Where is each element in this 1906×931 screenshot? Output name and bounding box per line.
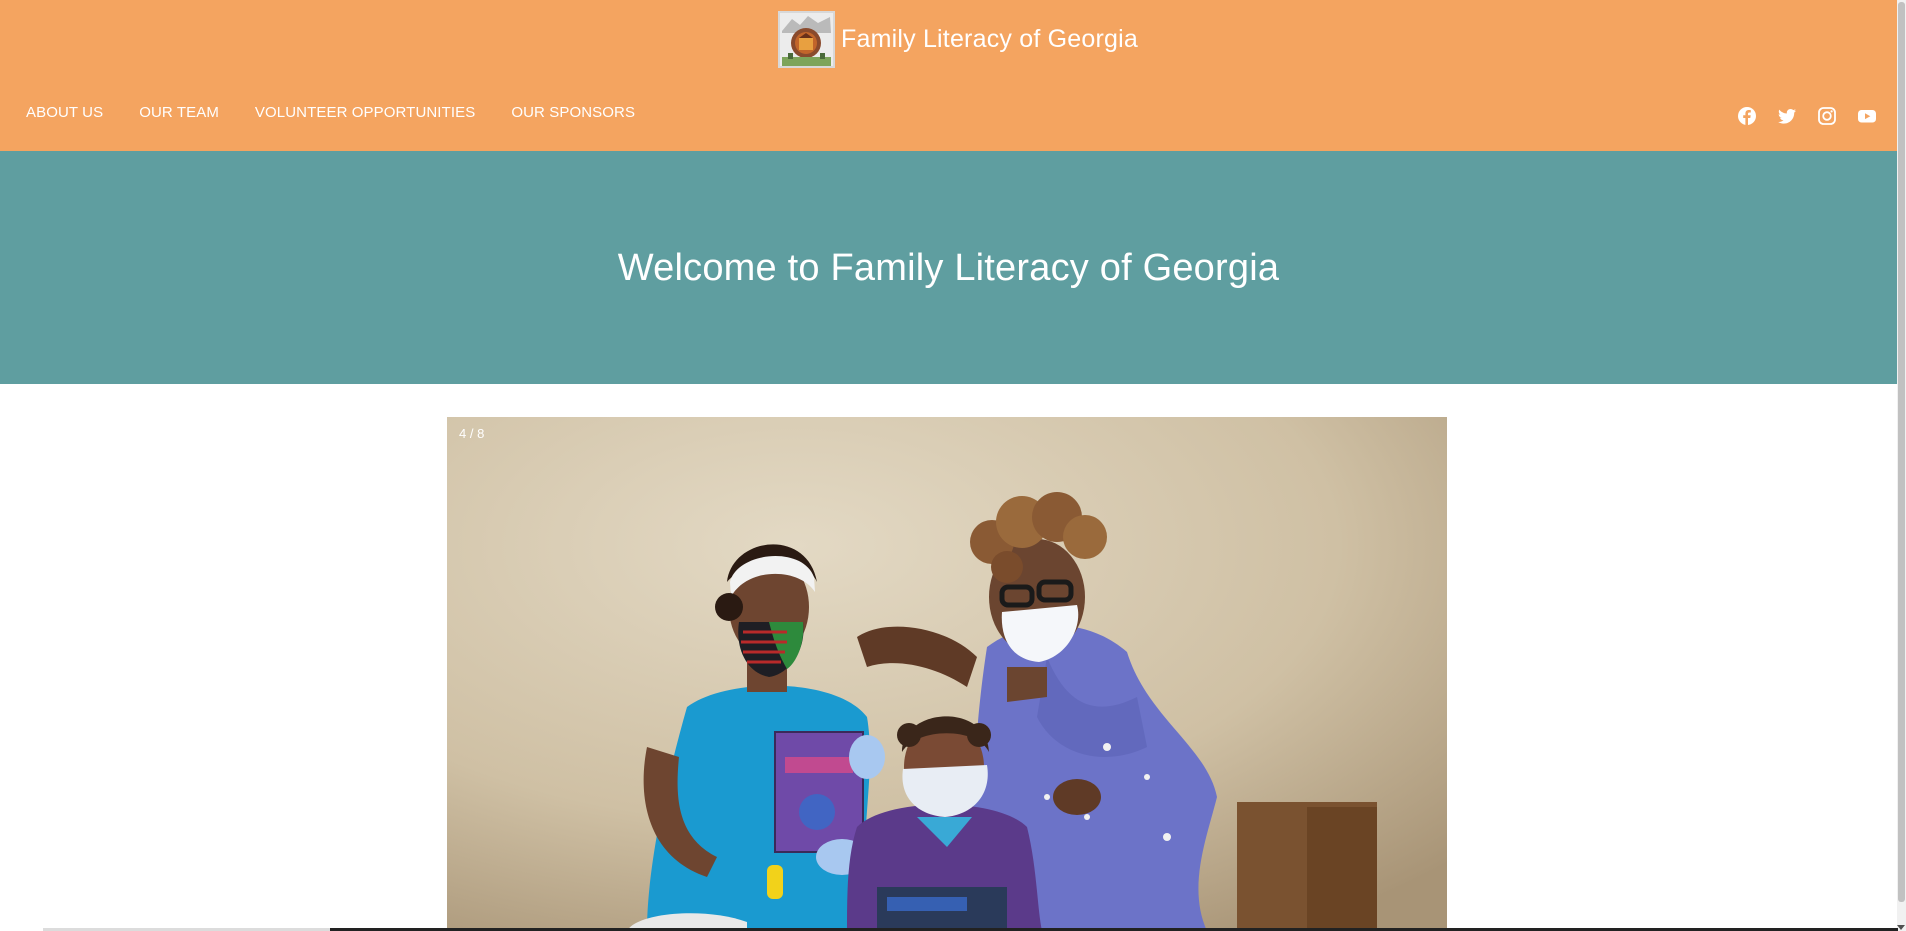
instagram-icon [1818, 107, 1836, 125]
social-links [1737, 106, 1877, 126]
scrollbar-thumb[interactable] [1898, 2, 1905, 902]
youtube-icon [1858, 110, 1876, 123]
instagram-link[interactable] [1817, 106, 1837, 126]
slide-photo [447, 417, 1447, 931]
photo-slideshow[interactable]: 4 / 8 [447, 417, 1447, 931]
site-header: Family Literacy of Georgia ABOUT US OUR … [0, 0, 1897, 151]
nav-item-our-team: OUR TEAM [139, 104, 255, 121]
page-scrollbar[interactable] [1897, 0, 1906, 931]
page: Family Literacy of Georgia ABOUT US OUR … [0, 0, 1906, 931]
welcome-banner: Welcome to Family Literacy of Georgia [0, 151, 1897, 384]
nav-item-volunteer-opportunities: VOLUNTEER OPPORTUNITIES [255, 104, 511, 121]
page-title: Welcome to Family Literacy of Georgia [617, 247, 1280, 289]
nav-item-our-sponsors: OUR SPONSORS [511, 104, 671, 121]
scroll-down-arrow-icon[interactable] [1897, 925, 1905, 930]
site-title: Family Literacy of Georgia [841, 25, 1138, 53]
twitter-link[interactable] [1777, 106, 1797, 126]
slide-counter: 4 / 8 [459, 426, 485, 441]
nav-link-volunteer-opportunities[interactable]: VOLUNTEER OPPORTUNITIES [255, 104, 475, 121]
main-nav: ABOUT US OUR TEAM VOLUNTEER OPPORTUNITIE… [26, 104, 671, 121]
nav-link-about-us[interactable]: ABOUT US [26, 104, 103, 121]
nav-link-our-sponsors[interactable]: OUR SPONSORS [511, 104, 635, 121]
twitter-icon [1778, 109, 1796, 124]
nav-link-our-team[interactable]: OUR TEAM [139, 104, 219, 121]
facebook-icon [1738, 107, 1756, 125]
family-literacy-logo [778, 11, 835, 68]
facebook-link[interactable] [1737, 106, 1757, 126]
nav-item-about-us: ABOUT US [26, 104, 139, 121]
youtube-link[interactable] [1857, 106, 1877, 126]
site-brand-link[interactable]: Family Literacy of Georgia [778, 11, 1138, 68]
